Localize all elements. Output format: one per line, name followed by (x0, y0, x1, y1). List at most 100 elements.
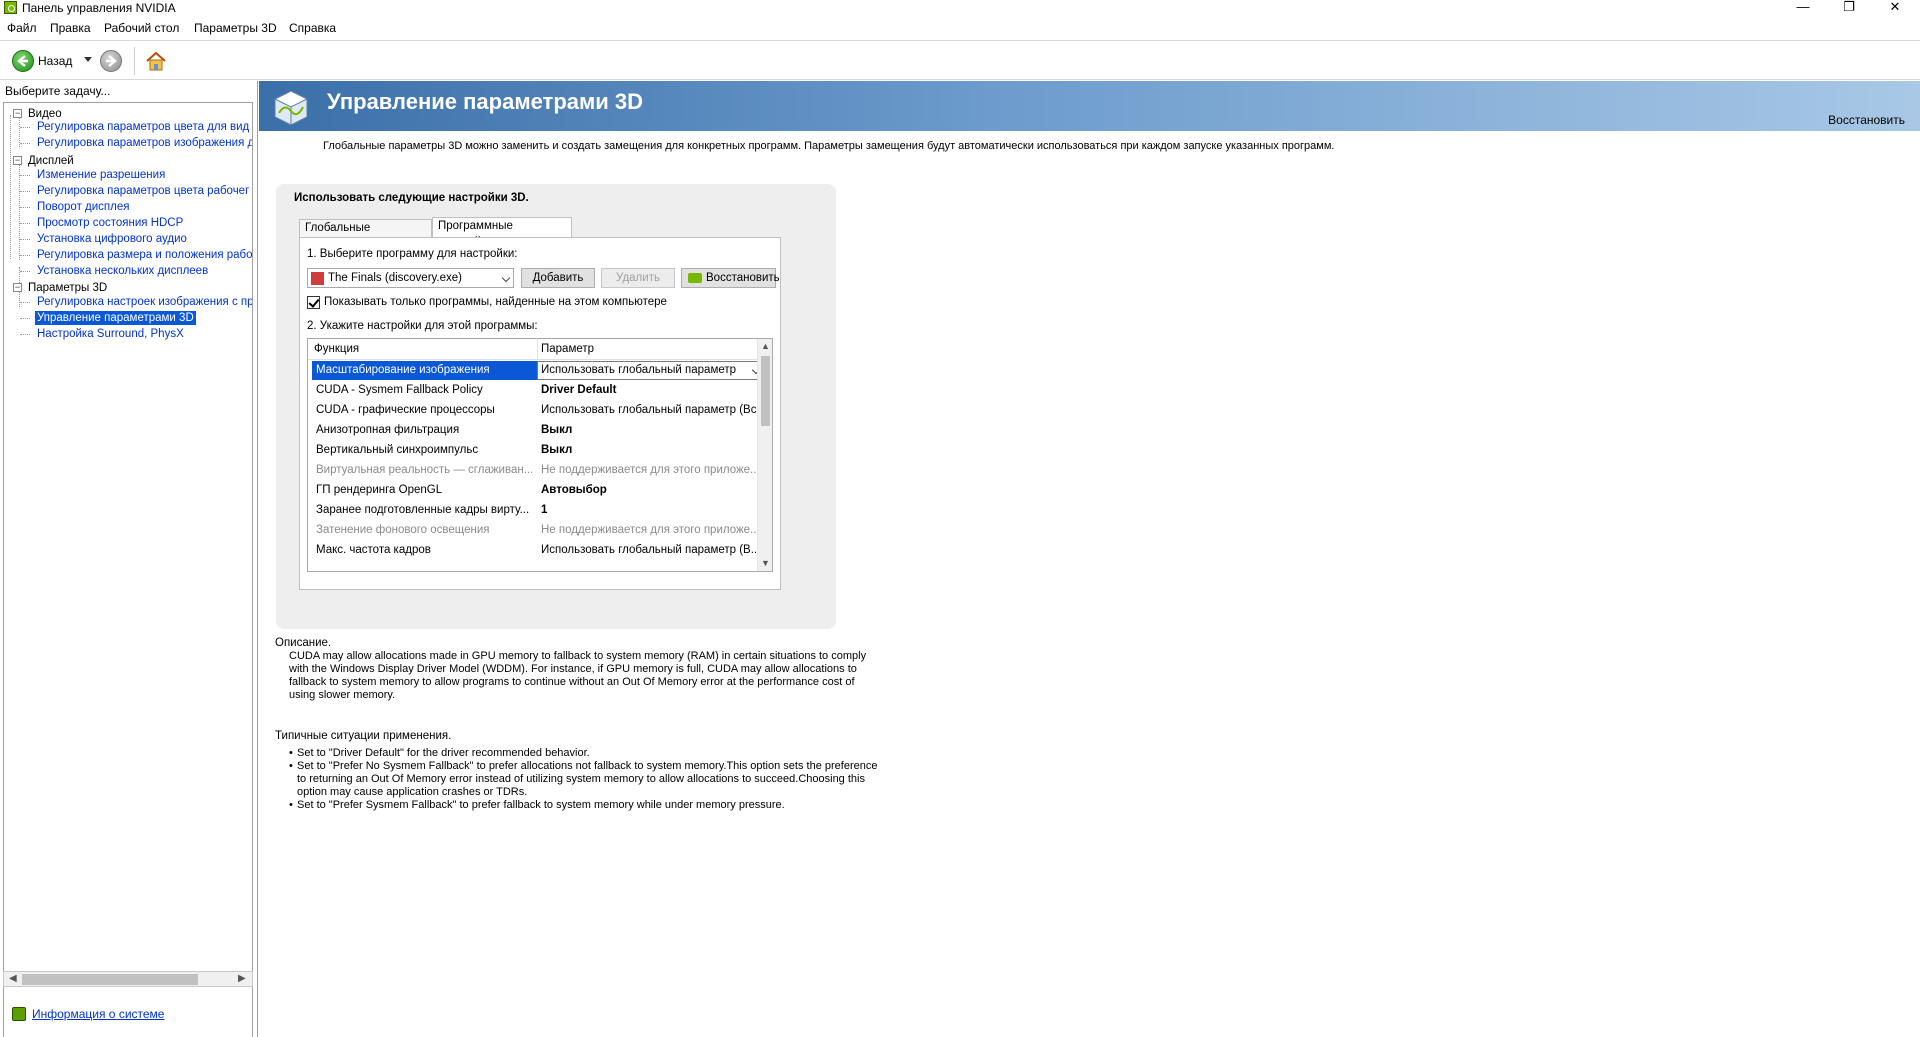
setting-name: Затенение фонового освещения (316, 524, 490, 536)
table-row[interactable]: Макс. частота кадров Использовать глобал… (308, 541, 762, 561)
menu-bar: Файл Правка Рабочий стол Параметры 3D Сп… (0, 18, 1920, 38)
task-panel-header: Выберите задачу... (5, 84, 111, 98)
title-bar: Панель управления NVIDIA — ❐ ✕ (0, 0, 1920, 16)
tab-global-settings[interactable]: Глобальные параметры (299, 219, 432, 250)
setting-name: Анизотропная фильтрация (316, 424, 460, 436)
menu-3d-settings[interactable]: Параметры 3D (194, 21, 277, 35)
show-only-found-checkbox[interactable] (307, 296, 320, 309)
grid-vertical-scrollbar[interactable]: ▲ ▼ (757, 339, 772, 571)
restore-defaults-link[interactable]: Восстановить (1828, 113, 1905, 127)
sidebar-item-desktop-size[interactable]: Регулировка размера и положения рабо (37, 248, 252, 262)
scroll-down-icon[interactable]: ▼ (761, 558, 770, 568)
window-title: Панель управления NVIDIA (22, 1, 176, 15)
system-info-link[interactable]: Информация о системе (32, 1007, 164, 1021)
back-history-chevron-down-icon[interactable] (84, 57, 92, 62)
step1-label: 1. Выберите программу для настройки: (307, 248, 518, 260)
collapse-video-icon[interactable]: − (13, 109, 22, 118)
setting-value-select[interactable]: Использовать глобальный параметр (537, 361, 764, 380)
menu-desktop[interactable]: Рабочий стол (104, 21, 179, 35)
maximize-button[interactable]: ❐ (1826, 0, 1872, 16)
scrollbar-thumb[interactable] (761, 356, 770, 426)
scrollbar-thumb[interactable] (22, 974, 198, 985)
table-row[interactable]: Вертикальный синхроимпульс Выкл (308, 441, 762, 461)
scroll-right-icon[interactable]: ▶ (238, 973, 246, 984)
sidebar-item-surround-physx[interactable]: Настройка Surround, PhysX (37, 327, 184, 341)
toolbar-separator (134, 47, 135, 75)
setting-value: 1 (541, 504, 548, 516)
setting-value: Выкл (541, 424, 573, 436)
setting-name: Заранее подготовленные кадры вирту... (316, 504, 530, 516)
table-row[interactable]: Заранее подготовленные кадры вирту... 1 (308, 501, 762, 521)
sidebar-item-desktop-color[interactable]: Регулировка параметров цвета рабочег (37, 184, 249, 198)
collapse-display-icon[interactable]: − (13, 156, 22, 165)
tree-connector (20, 334, 30, 335)
table-row[interactable]: Затенение фонового освещения Не поддержи… (308, 521, 762, 541)
tree-connector (20, 191, 30, 192)
table-row[interactable]: CUDA - графические процессоры Использова… (308, 401, 762, 421)
setting-name: CUDA - Sysmem Fallback Policy (316, 384, 483, 396)
table-row[interactable]: Масштабирование изображения Использовать… (308, 361, 764, 381)
column-header-function[interactable]: Функция (314, 343, 359, 355)
setting-name: Масштабирование изображения (316, 364, 490, 376)
setting-name: Макс. частота кадров (316, 544, 431, 556)
forward-arrow-icon[interactable] (100, 50, 122, 72)
restore-program-button[interactable]: Восстановить (681, 268, 780, 288)
scroll-up-icon[interactable]: ▲ (761, 341, 770, 351)
setting-value: Использовать глобальный параметр (541, 364, 737, 376)
category-display[interactable]: Дисплей (28, 154, 74, 168)
task-panel: Выберите задачу... − Видео Регулировка п… (0, 81, 258, 1037)
category-video[interactable]: Видео (28, 107, 62, 121)
nvidia-icon (688, 273, 702, 283)
tab-program-settings[interactable]: Программные настройки (432, 217, 572, 248)
setting-name: Вертикальный синхроимпульс (316, 444, 479, 456)
menu-file[interactable]: Файл (7, 21, 37, 35)
add-program-button[interactable]: Добавить (521, 268, 595, 288)
description-title: Описание. (275, 637, 332, 649)
table-row[interactable]: CUDA - Sysmem Fallback Policy Driver Def… (308, 381, 762, 401)
program-select[interactable]: The Finals (discovery.exe) (307, 268, 514, 288)
back-button[interactable]: Назад (38, 54, 72, 68)
table-row[interactable]: Виртуальная реальность — сглаживан... Не… (308, 461, 762, 481)
scroll-left-icon[interactable]: ◀ (9, 973, 17, 984)
home-icon[interactable] (144, 49, 168, 73)
sidebar-item-resolution[interactable]: Изменение разрешения (37, 168, 165, 182)
menu-help[interactable]: Справка (289, 21, 336, 35)
setting-value: Не поддерживается для этого приложе... (541, 524, 758, 536)
close-button[interactable]: ✕ (1872, 0, 1918, 16)
show-only-found-label[interactable]: Показывать только программы, найденные н… (324, 296, 667, 308)
collapse-3d-icon[interactable]: − (13, 283, 22, 292)
column-header-parameter[interactable]: Параметр (541, 343, 594, 355)
sidebar-item-rotate[interactable]: Поворот дисплея (37, 200, 129, 214)
minimize-button[interactable]: — (1780, 0, 1826, 16)
menu-edit[interactable]: Правка (50, 21, 91, 35)
tree-horizontal-scrollbar[interactable]: ◀ ▶ (3, 971, 253, 987)
setting-value: Выкл (541, 444, 573, 456)
task-tree: − Видео Регулировка параметров цвета для… (3, 102, 253, 1037)
sidebar-item-multi-display[interactable]: Установка нескольких дисплеев (37, 264, 208, 278)
page-intro-text: Глобальные параметры 3D можно заменить и… (323, 140, 1335, 152)
setting-value: Использовать глобальный параметр (В... (541, 544, 758, 556)
setting-name: Виртуальная реальность — сглаживан... (316, 464, 532, 476)
sidebar-item-video-color[interactable]: Регулировка параметров цвета для вид (37, 120, 249, 134)
settings-group: Использовать следующие настройки 3D. Гло… (276, 184, 836, 629)
program-settings-grid: Функция Параметр Масштабирование изображ… (307, 338, 773, 572)
list-item: Set to "Driver Default" for the driver r… (289, 747, 879, 760)
table-row[interactable]: ГП рендеринга OpenGL Автовыбор (308, 481, 762, 501)
sidebar-item-digital-audio[interactable]: Установка цифрового аудио (37, 232, 187, 246)
tree-connector (20, 223, 30, 224)
setting-value: Автовыбор (541, 484, 607, 496)
sidebar-item-hdcp[interactable]: Просмотр состояния HDCP (37, 216, 183, 230)
description-text: CUDA may allow allocations made in GPU m… (289, 650, 867, 701)
remove-program-button[interactable]: Удалить (601, 268, 675, 288)
step2-label: 2. Укажите настройки для этой программы: (307, 320, 538, 332)
sidebar-item-image-preview[interactable]: Регулировка настроек изображения с пр (37, 295, 252, 309)
table-row[interactable]: Анизотропная фильтрация Выкл (308, 421, 762, 441)
category-3d-settings[interactable]: Параметры 3D (28, 281, 107, 295)
tree-connector (20, 271, 30, 272)
back-arrow-icon[interactable] (12, 50, 34, 72)
sidebar-item-video-image[interactable]: Регулировка параметров изображения д (37, 136, 252, 150)
tree-connector (20, 175, 30, 176)
sidebar-item-manage-3d[interactable]: Управление параметрами 3D (35, 311, 196, 325)
setting-value: Не поддерживается для этого приложе... (541, 464, 758, 476)
tree-connector (20, 239, 30, 240)
